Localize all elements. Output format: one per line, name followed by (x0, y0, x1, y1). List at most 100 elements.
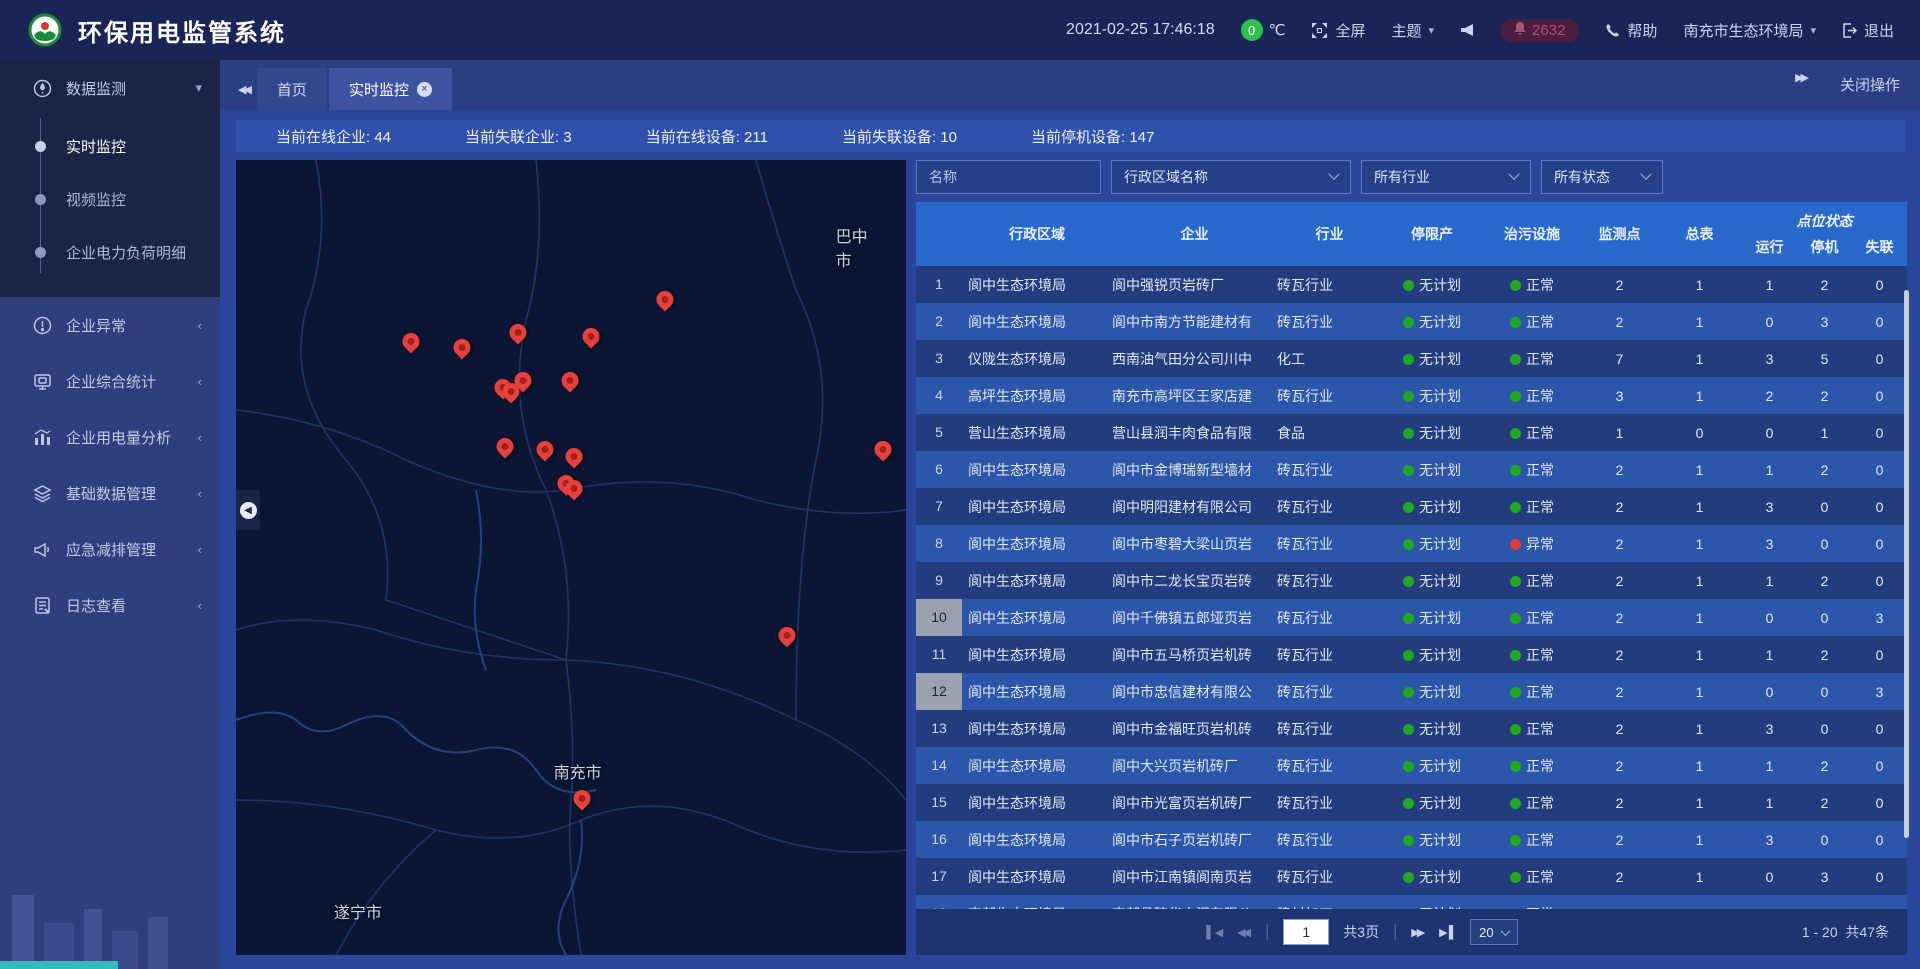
cell-points: 2 (1582, 647, 1657, 663)
cell-lost: 0 (1852, 832, 1907, 848)
col-stop: 停机 (1797, 237, 1852, 257)
table-row[interactable]: 14阆中生态环境局阆中大兴页岩机砖厂砖瓦行业无计划正常21120 (916, 747, 1907, 784)
map-collapse-button[interactable]: ◀ (236, 490, 260, 530)
col-region: 行政区域 (962, 224, 1112, 244)
main-area: ◀◀ 首页 实时监控× ▶▶ 关闭操作 当前在线企业: 44当前失联企业: 3当前… (220, 60, 1920, 969)
tab-close-icon[interactable]: × (417, 82, 432, 97)
logout-button[interactable]: 退出 (1842, 20, 1894, 41)
cell-facility-label: 正常 (1526, 314, 1554, 330)
cell-lost: 0 (1852, 462, 1907, 478)
last-page-button[interactable]: ▶▐ (1439, 925, 1456, 939)
stats-bar: 当前在线企业: 44当前失联企业: 3当前在线设备: 211当前失联设备: 10… (236, 120, 1906, 152)
cell-limit: 无计划 (1382, 867, 1482, 887)
status-select[interactable]: 所有状态 (1541, 160, 1663, 194)
table-row[interactable]: 3仪陇生态环境局西南油气田分公司川中化工无计划正常71350 (916, 340, 1907, 377)
tabs-scroll-right-icon[interactable]: ▶▶ (1791, 71, 1814, 98)
table-row[interactable]: 7阆中生态环境局阆中明阳建材有限公司砖瓦行业无计划正常21300 (916, 488, 1907, 525)
cell-facility-label: 正常 (1526, 795, 1554, 811)
table-row[interactable]: 1阆中生态环境局阆中强锐页岩砖厂砖瓦行业无计划正常21120 (916, 266, 1907, 303)
sidebar-item-label: 企业综合统计 (66, 371, 198, 392)
cell-facility-label: 正常 (1526, 832, 1554, 848)
sidebar-subitem-企业电力负荷明细[interactable]: 企业电力负荷明细 (0, 226, 220, 279)
sidebar-subitem-视频监控[interactable]: 视频监控 (0, 173, 220, 226)
cell-limit: 无计划 (1382, 645, 1482, 665)
cell-company: 营山县润丰肉食品有限 (1112, 423, 1277, 443)
row-number: 13 (916, 710, 962, 747)
org-menu[interactable]: 南充市生态环境局 ▾ (1683, 20, 1816, 41)
next-page-button[interactable]: ▶▶ (1411, 926, 1425, 939)
sidebar-item-企业综合统计[interactable]: 企业综合统计‹ (0, 353, 220, 409)
help-button[interactable]: 帮助 (1605, 20, 1657, 41)
table-row[interactable]: 18南部生态环境局南部县砖华水泥有限公建材加工无计划正常62060 (916, 895, 1907, 909)
cell-meters: 1 (1657, 499, 1742, 515)
cell-facility-label: 正常 (1526, 573, 1554, 589)
alarm-count-badge[interactable]: 2632 (1500, 19, 1579, 42)
first-page-button[interactable]: ▌◀ (1206, 925, 1223, 939)
cell-facility: 正常 (1482, 830, 1582, 850)
cell-run: 2 (1742, 388, 1797, 404)
scrollbar[interactable] (1904, 290, 1909, 838)
sidebar-item-数据监测[interactable]: 数据监测▾ (0, 60, 220, 116)
sidebar-item-应急减排管理[interactable]: 应急减排管理‹ (0, 521, 220, 577)
table-row[interactable]: 4高坪生态环境局南充市高坪区王家店建砖瓦行业无计划正常31220 (916, 377, 1907, 414)
cell-industry: 砖瓦行业 (1277, 756, 1382, 776)
page-number-input[interactable] (1283, 919, 1329, 945)
cell-facility: 正常 (1482, 275, 1582, 295)
page-size-select[interactable]: 20 (1470, 919, 1517, 945)
table-row[interactable]: 5营山生态环境局营山县润丰肉食品有限食品无计划正常10010 (916, 414, 1907, 451)
fullscreen-button[interactable]: 全屏 (1311, 20, 1365, 41)
table-row[interactable]: 12阆中生态环境局阆中市忠信建材有限公砖瓦行业无计划正常21003 (916, 673, 1907, 710)
mute-button[interactable] (1460, 23, 1474, 37)
sidebar-item-基础数据管理[interactable]: 基础数据管理‹ (0, 465, 220, 521)
cell-facility-label: 正常 (1526, 499, 1554, 515)
cell-meters: 1 (1657, 684, 1742, 700)
table-row[interactable]: 17阆中生态环境局阆中市江南镇阆南页岩砖瓦行业无计划正常21030 (916, 858, 1907, 895)
status-dot-green-icon (1510, 650, 1521, 661)
sidebar-item-label: 数据监测 (66, 78, 195, 99)
cell-points: 2 (1582, 795, 1657, 811)
sidebar-item-企业异常[interactable]: 企业异常‹ (0, 297, 220, 353)
map[interactable]: 巴中市南充市遂宁市 ◀ (236, 160, 906, 955)
name-filter-input[interactable] (916, 160, 1101, 194)
table-row[interactable]: 9阆中生态环境局阆中市二龙长宝页岩砖砖瓦行业无计划正常21120 (916, 562, 1907, 599)
sidebar-submenu: 实时监控视频监控企业电力负荷明细 (0, 116, 220, 287)
cell-region: 阆中生态环境局 (962, 719, 1112, 739)
sidebar-item-label: 基础数据管理 (66, 483, 198, 504)
sidebar-subitem-实时监控[interactable]: 实时监控 (0, 120, 220, 173)
cell-meters: 1 (1657, 869, 1742, 885)
sidebar-item-日志查看[interactable]: 日志查看‹ (0, 577, 220, 633)
table-row[interactable]: 2阆中生态环境局阆中市南方节能建材有砖瓦行业无计划正常21030 (916, 303, 1907, 340)
cell-limit: 无计划 (1382, 423, 1482, 443)
cell-facility: 正常 (1482, 719, 1582, 739)
help-label: 帮助 (1627, 20, 1657, 41)
cell-industry: 砖瓦行业 (1277, 830, 1382, 850)
region-select[interactable]: 行政区域名称 (1111, 160, 1351, 194)
tab-label: 首页 (277, 79, 307, 100)
table-body: 1阆中生态环境局阆中强锐页岩砖厂砖瓦行业无计划正常211202阆中生态环境局阆中… (916, 266, 1907, 909)
cell-points: 1 (1582, 425, 1657, 441)
table-row[interactable]: 8阆中生态环境局阆中市枣碧大梁山页岩砖瓦行业无计划异常21300 (916, 525, 1907, 562)
table-row[interactable]: 16阆中生态环境局阆中市石子页岩机砖厂砖瓦行业无计划正常21300 (916, 821, 1907, 858)
tabs-scroll-left-icon[interactable]: ◀◀ (234, 83, 257, 110)
chevron-left-icon: ‹ (198, 318, 202, 333)
tab-首页[interactable]: 首页 (257, 68, 327, 110)
cell-stop: 2 (1797, 647, 1852, 663)
industry-select[interactable]: 所有行业 (1361, 160, 1531, 194)
close-operations-button[interactable]: 关闭操作 (1840, 74, 1900, 95)
cell-facility: 正常 (1482, 867, 1582, 887)
table-row[interactable]: 10阆中生态环境局阆中千佛镇五郎垭页岩砖瓦行业无计划正常21003 (916, 599, 1907, 636)
sidebar-item-企业用电量分析[interactable]: 企业用电量分析‹ (0, 409, 220, 465)
theme-menu[interactable]: 主题 ▾ (1392, 20, 1435, 41)
table-row[interactable]: 6阆中生态环境局阆中市金博瑞新型墙材砖瓦行业无计划正常21120 (916, 451, 1907, 488)
prev-page-button[interactable]: ◀◀ (1237, 926, 1251, 939)
table-row[interactable]: 13阆中生态环境局阆中市金福旺页岩机砖砖瓦行业无计划正常21300 (916, 710, 1907, 747)
cell-limit-label: 无计划 (1419, 425, 1461, 441)
table-header: 行政区域 企业 行业 停限产 治污设施 监测点 总表 点位状态 运行 (916, 202, 1907, 266)
cell-company: 阆中市枣碧大梁山页岩 (1112, 534, 1277, 554)
tab-实时监控[interactable]: 实时监控× (329, 68, 452, 110)
cell-lost: 0 (1852, 499, 1907, 515)
skyline-decoration (0, 849, 220, 969)
table-row[interactable]: 15阆中生态环境局阆中市光富页岩机砖厂砖瓦行业无计划正常21120 (916, 784, 1907, 821)
table-row[interactable]: 11阆中生态环境局阆中市五马桥页岩机砖砖瓦行业无计划正常21120 (916, 636, 1907, 673)
cell-facility-label: 正常 (1526, 721, 1554, 737)
